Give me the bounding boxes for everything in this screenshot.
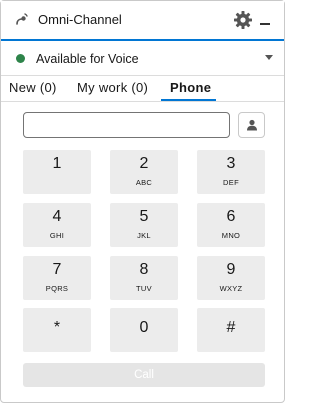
dial-key-star[interactable]: *	[23, 308, 91, 352]
omni-channel-icon	[16, 13, 28, 25]
dial-key-digit: 2	[139, 155, 149, 172]
dial-key-digit: *	[53, 319, 61, 336]
gear-icon[interactable]	[233, 10, 253, 30]
tab-my-work[interactable]: My work (0)	[77, 80, 148, 95]
dial-key-hash[interactable]: #	[197, 308, 265, 352]
tab-new[interactable]: New (0)	[9, 80, 57, 95]
dial-key-digit: 3	[226, 155, 236, 172]
dial-key-7[interactable]: 7 PQRS	[23, 256, 91, 300]
person-icon	[247, 119, 257, 131]
phone-number-input[interactable]	[23, 112, 230, 138]
dial-key-digit: 9	[226, 261, 236, 278]
dial-key-1[interactable]: 1	[23, 150, 91, 194]
active-tab-indicator	[161, 99, 216, 101]
status-label: Available for Voice	[36, 52, 139, 66]
dial-key-5[interactable]: 5 JKL	[110, 203, 178, 247]
dial-key-letters: GHI	[49, 231, 65, 240]
dial-key-digit: 5	[139, 208, 149, 225]
tab-bar: New (0) My work (0) Phone	[1, 75, 284, 102]
chevron-down-icon[interactable]	[265, 55, 273, 60]
dial-key-8[interactable]: 8 TUV	[110, 256, 178, 300]
presence-status-dropdown[interactable]: Available for Voice	[1, 41, 284, 76]
omni-channel-panel: Omni-Channel Available for Voice New (0)…	[0, 0, 285, 403]
dial-key-2[interactable]: 2 ABC	[110, 150, 178, 194]
dial-key-letters: WXYZ	[219, 284, 243, 293]
dial-key-4[interactable]: 4 GHI	[23, 203, 91, 247]
utility-header: Omni-Channel	[1, 1, 284, 40]
dial-key-digit: 8	[139, 261, 149, 278]
dial-key-letters: PQRS	[45, 284, 69, 293]
dial-key-3[interactable]: 3 DEF	[197, 150, 265, 194]
dial-key-letters: MNO	[221, 231, 241, 240]
dial-key-letters: DEF	[223, 178, 239, 187]
dial-key-letters: JKL	[137, 231, 151, 240]
contact-lookup-button[interactable]	[238, 112, 265, 138]
dial-key-digit: 7	[52, 261, 62, 278]
dial-key-letters: ABC	[135, 178, 153, 187]
status-dot	[16, 54, 25, 63]
dial-key-digit: 1	[52, 155, 62, 172]
dial-key-digit: 4	[52, 208, 62, 225]
dial-key-0[interactable]: 0	[110, 308, 178, 352]
dial-key-9[interactable]: 9 WXYZ	[197, 256, 265, 300]
call-button[interactable]: Call	[23, 363, 265, 387]
dial-key-6[interactable]: 6 MNO	[197, 203, 265, 247]
dial-key-digit: #	[226, 319, 236, 336]
dial-key-digit: 6	[226, 208, 236, 225]
dial-key-digit: 0	[139, 319, 149, 336]
header-title: Omni-Channel	[38, 12, 122, 27]
minimize-icon[interactable]	[260, 23, 270, 25]
tab-phone[interactable]: Phone	[170, 80, 211, 95]
dial-key-letters: TUV	[136, 284, 152, 293]
